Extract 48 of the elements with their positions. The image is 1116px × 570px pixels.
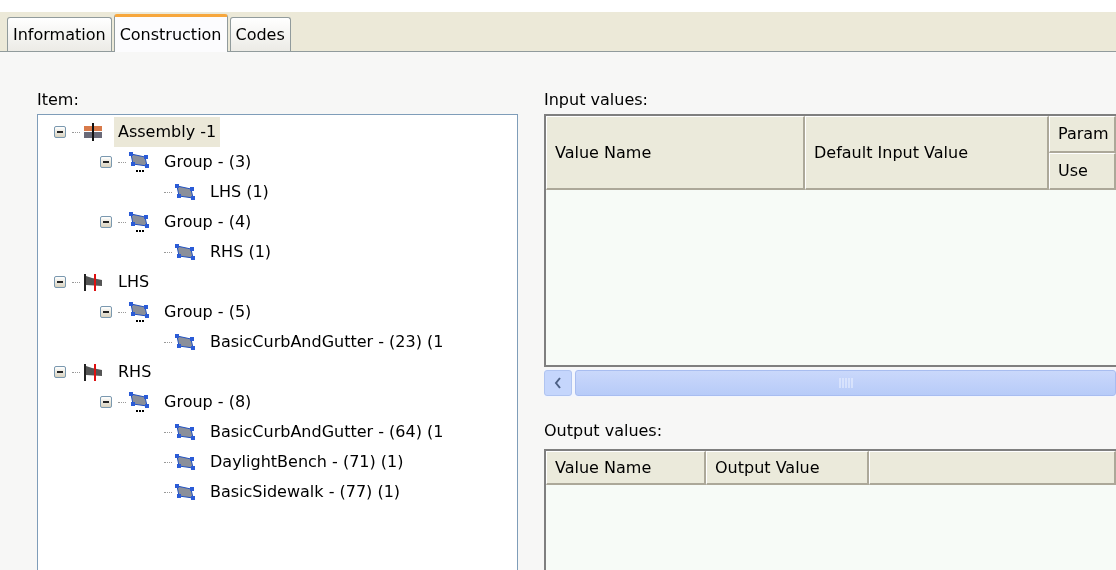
input-values-label: Input values: <box>544 90 649 110</box>
tree-item[interactable]: Group - (4) <box>160 207 256 237</box>
collapse-toggle[interactable] <box>100 396 112 408</box>
column-header[interactable]: Default Input Value <box>805 116 1049 190</box>
group-icon <box>128 151 150 173</box>
flag-icon <box>82 362 104 382</box>
collapse-toggle[interactable] <box>100 216 112 228</box>
tree-item[interactable]: Assembly -1 <box>114 117 221 147</box>
column-header[interactable]: Value Name <box>546 116 805 190</box>
collapse-toggle[interactable] <box>54 126 66 138</box>
collapse-toggle[interactable] <box>54 276 66 288</box>
assembly-icon <box>82 122 104 142</box>
shape-icon <box>174 423 196 441</box>
shape-icon <box>174 183 196 201</box>
tree-item[interactable]: BasicCurbAndGutter - (64) (1 <box>206 417 448 447</box>
group-icon <box>128 301 150 323</box>
group-icon <box>128 211 150 233</box>
tab[interactable]: Information <box>7 17 112 51</box>
column-header[interactable]: Value Name <box>546 451 706 485</box>
tree-item[interactable]: RHS (1) <box>206 237 276 267</box>
tree-item[interactable]: LHS <box>114 267 154 297</box>
tree-item[interactable]: Group - (5) <box>160 297 256 327</box>
tab[interactable]: Construction <box>113 14 228 52</box>
shape-icon <box>174 243 196 261</box>
shape-icon <box>174 483 196 501</box>
item-label: Item: <box>37 90 80 110</box>
group-icon <box>128 391 150 413</box>
tree-item[interactable]: LHS (1) <box>206 177 273 207</box>
tree-item[interactable]: Group - (3) <box>160 147 256 177</box>
output-values-label: Output values: <box>544 421 664 441</box>
tree-item[interactable]: Group - (8) <box>160 387 256 417</box>
scroll-left-button[interactable] <box>544 370 572 396</box>
flag-icon <box>82 272 104 292</box>
tree-item[interactable]: BasicCurbAndGutter - (23) (1 <box>206 327 448 357</box>
column-header[interactable]: Use <box>1049 153 1116 190</box>
tree-item[interactable]: BasicSidewalk - (77) (1) <box>206 477 405 507</box>
collapse-toggle[interactable] <box>54 366 66 378</box>
shape-icon <box>174 453 196 471</box>
chevron-left-icon <box>554 377 562 389</box>
tree-item[interactable]: RHS <box>114 357 156 387</box>
column-header[interactable]: Param <box>1049 116 1116 153</box>
shape-icon <box>174 333 196 351</box>
collapse-toggle[interactable] <box>100 306 112 318</box>
collapse-toggle[interactable] <box>100 156 112 168</box>
tree-item[interactable]: DaylightBench - (71) (1) <box>206 447 408 477</box>
grip-icon <box>838 378 853 388</box>
column-header[interactable]: Output Value <box>706 451 869 485</box>
tab[interactable]: Codes <box>229 17 291 51</box>
